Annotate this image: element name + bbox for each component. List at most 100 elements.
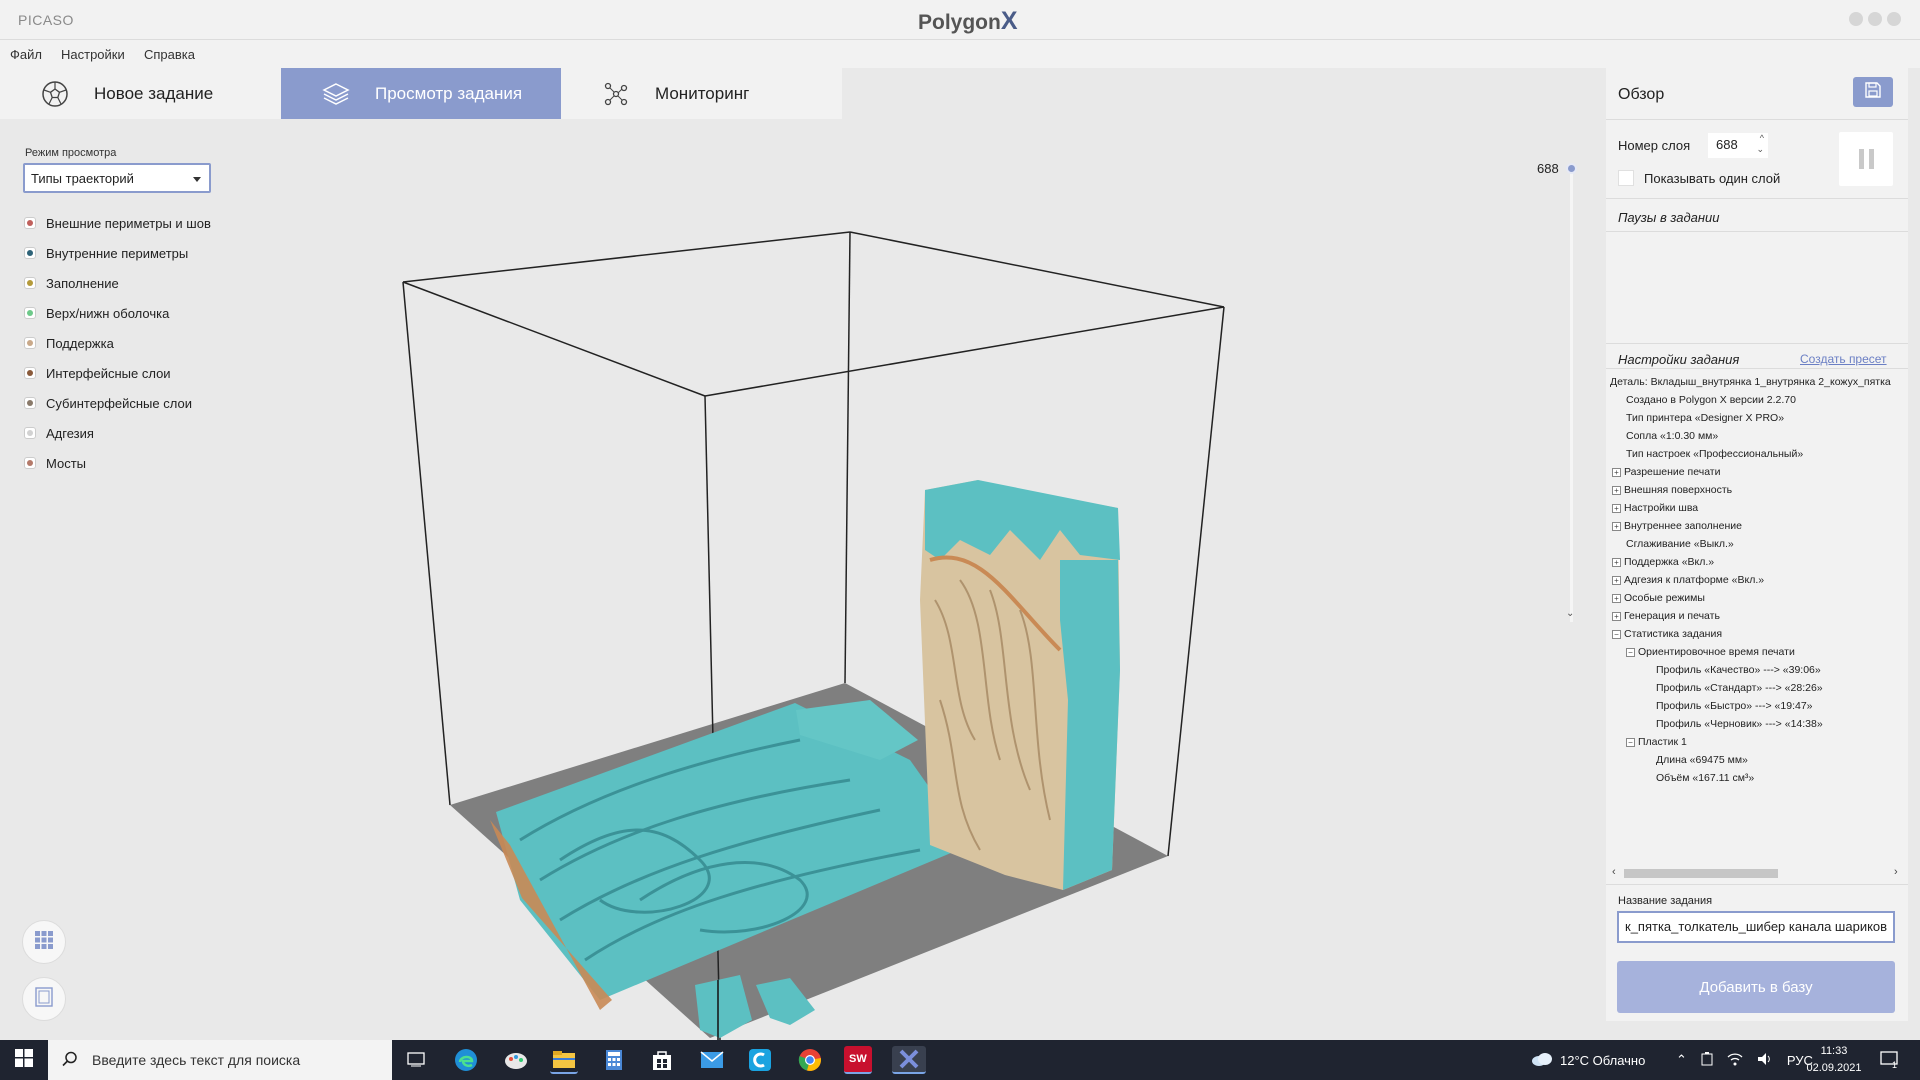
tree-node[interactable]: − Статистика задания [1612,626,1722,642]
grid-view-button[interactable] [22,920,66,964]
mail-icon[interactable] [698,1046,726,1074]
expand-icon[interactable]: + [1612,467,1621,477]
layer-number-label: Номер слоя [1618,138,1691,153]
menu-settings[interactable]: Настройки [61,47,125,62]
legend-swatch[interactable] [24,427,36,439]
wifi-icon[interactable] [1727,1052,1743,1069]
scroll-thumb[interactable] [1624,869,1778,878]
chevron-down-icon[interactable]: ⌄ [1756,144,1764,155]
legend-item[interactable]: Поддержка [24,328,211,358]
legend-item[interactable]: Адгезия [24,418,211,448]
taskbar-search[interactable]: Введите здесь текст для поиска [48,1040,392,1080]
legend-swatch[interactable] [24,367,36,379]
volume-icon[interactable] [1757,1052,1773,1069]
legend-color-dot [27,280,33,286]
view-mode-select[interactable]: Типы траекторий [23,163,211,193]
tree-horizontal-scrollbar[interactable]: ‹ › [1610,865,1904,881]
create-preset-link[interactable]: Создать пресет [1800,352,1887,366]
legend-color-dot [27,370,33,376]
menu-file[interactable]: Файл [10,47,42,62]
minimize-button[interactable] [1849,12,1863,26]
legend-item[interactable]: Заполнение [24,268,211,298]
single-layer-checkbox[interactable] [1618,170,1634,186]
close-button[interactable] [1887,12,1901,26]
maximize-button[interactable] [1868,12,1882,26]
legend-label: Интерфейсные слои [46,365,171,381]
expand-icon[interactable]: + [1612,593,1621,603]
expand-icon[interactable]: + [1612,575,1621,585]
save-button[interactable] [1853,77,1893,107]
menu-bar: Файл Настройки Справка [0,40,1920,68]
tree-node[interactable]: − Ориентировочное время печати [1626,644,1795,660]
tree-node: Создано в Polygon X версии 2.2.70 [1626,392,1796,408]
tab-monitoring[interactable]: Мониторинг [561,68,842,119]
tree-node[interactable]: + Особые режимы [1612,590,1705,606]
start-button[interactable] [0,1040,48,1080]
legend-swatch[interactable] [24,307,36,319]
tab-new-job[interactable]: Новое задание [0,68,281,119]
chevron-up-icon[interactable]: ^ [1760,133,1764,143]
legend-item[interactable]: Интерфейсные слои [24,358,211,388]
single-layer-option[interactable]: Показывать один слой [1618,170,1780,186]
tree-node[interactable]: + Разрешение печати [1612,464,1720,480]
collapse-icon[interactable]: − [1612,629,1621,639]
expand-icon[interactable]: + [1612,485,1621,495]
ccleaner-icon[interactable] [746,1046,774,1074]
divider [1606,198,1908,199]
legend-swatch[interactable] [24,277,36,289]
expand-icon[interactable]: + [1612,611,1621,621]
legend-swatch[interactable] [24,337,36,349]
legend-item[interactable]: Внешние периметры и шов [24,208,211,238]
tree-node[interactable]: + Внешняя поверхность [1612,482,1732,498]
tree-node[interactable]: + Внутреннее заполнение [1612,518,1742,534]
store-icon[interactable] [648,1046,676,1074]
legend-swatch[interactable] [24,457,36,469]
chrome-icon[interactable] [796,1046,824,1074]
tree-node[interactable]: − Пластик 1 [1626,734,1687,750]
layer-number-spinbox[interactable]: 688 ^ ⌄ [1708,133,1768,158]
solidworks-icon[interactable]: SW [844,1046,872,1074]
clock[interactable]: 11:33 02.09.2021 [1806,1043,1862,1077]
tree-node[interactable]: + Настройки шва [1612,500,1698,516]
pause-button[interactable] [1839,132,1893,186]
tree-node[interactable]: + Поддержка «Вкл.» [1612,554,1714,570]
layer-slider[interactable] [1570,170,1573,622]
tree-node: Длина «69475 мм» [1656,752,1748,768]
chevron-down-icon[interactable]: ⌄ [1566,608,1574,619]
scroll-right-icon[interactable]: › [1894,866,1898,878]
notifications-button[interactable]: 1 [1880,1040,1898,1080]
legend-item[interactable]: Мосты [24,448,211,478]
tree-node[interactable]: + Генерация и печать [1612,608,1720,624]
legend-swatch[interactable] [24,397,36,409]
file-explorer-icon[interactable] [550,1046,578,1074]
ortho-view-button[interactable] [22,977,66,1021]
polygonx-icon[interactable] [892,1046,926,1074]
expand-icon[interactable]: + [1612,557,1621,567]
menu-help[interactable]: Справка [144,47,195,62]
legend-item[interactable]: Субинтерфейсные слои [24,388,211,418]
3d-viewport[interactable] [380,200,1240,1040]
legend-item[interactable]: Внутренние периметры [24,238,211,268]
legend-swatch[interactable] [24,247,36,259]
chevron-up-icon[interactable]: ⌃ [1676,1052,1687,1068]
legend-swatch[interactable] [24,217,36,229]
collapse-icon[interactable]: − [1626,647,1635,657]
battery-icon[interactable] [1701,1051,1713,1069]
job-name-input[interactable]: к_пятка_толкатель_шибер канала шариков [1617,911,1895,943]
weather-widget[interactable]: 12°C Облачно [1530,1040,1645,1080]
layer-slider-handle[interactable] [1566,163,1577,174]
tree-node[interactable]: + Адгезия к платформе «Вкл.» [1612,572,1764,588]
legend-item[interactable]: Верх/нижн оболочка [24,298,211,328]
paint-icon[interactable] [502,1046,530,1074]
expand-icon[interactable]: + [1612,521,1621,531]
task-view-icon[interactable] [402,1046,430,1074]
tab-view-job[interactable]: Просмотр задания [281,68,562,119]
app-name: PICASO [18,12,74,28]
add-to-database-button[interactable]: Добавить в базу [1617,961,1895,1013]
edge-icon[interactable] [452,1046,480,1074]
legend-color-dot [27,220,33,226]
scroll-left-icon[interactable]: ‹ [1612,866,1616,878]
calculator-icon[interactable] [600,1046,628,1074]
expand-icon[interactable]: + [1612,503,1621,513]
collapse-icon[interactable]: − [1626,737,1635,747]
